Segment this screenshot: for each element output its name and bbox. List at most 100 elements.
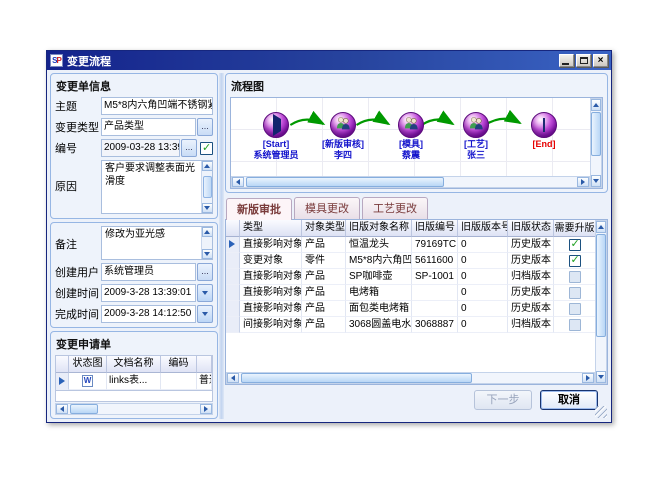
col-old-ver[interactable]: 旧版版本号: [458, 220, 508, 237]
upgrade-checkbox[interactable]: [569, 287, 581, 299]
current-row-arrow-icon: [229, 240, 235, 248]
approval-table: 类型 对象类型 旧版对象名称 旧版编号 旧版版本号 旧版状态 需要升版 新版: [226, 220, 595, 372]
table-row[interactable]: 直接影响对象 产品 SP咖啡壶 SP-1001 0 归档版本 SP咖: [226, 269, 595, 285]
scroll-left-icon[interactable]: [232, 177, 244, 187]
request-list-title: 变更申请单: [55, 335, 213, 355]
tab-craft-change[interactable]: 工艺更改: [362, 197, 428, 219]
col-old-name[interactable]: 旧版对象名称: [346, 220, 412, 237]
col-upgrade[interactable]: 需要升版: [554, 220, 595, 237]
create-time-label: 创建时间: [55, 285, 101, 301]
subject-input[interactable]: M5*8内六角凹端不锈钢紧固螺钉: [101, 97, 213, 115]
upgrade-checkbox[interactable]: [569, 271, 581, 283]
stop-icon: [543, 118, 545, 132]
cancel-button[interactable]: 取消: [540, 390, 598, 410]
change-type-browse-button[interactable]: ...: [197, 118, 213, 136]
minimize-icon: [562, 63, 569, 65]
upgrade-checkbox[interactable]: [569, 319, 581, 331]
col-obj-type[interactable]: 对象类型: [302, 220, 346, 237]
scroll-right-icon[interactable]: [577, 177, 589, 187]
resize-grip[interactable]: [595, 406, 607, 418]
scroll-up-icon[interactable]: [202, 161, 213, 171]
reason-scrollbar[interactable]: [201, 161, 212, 213]
col-code[interactable]: 编码: [161, 356, 197, 373]
request-row[interactable]: W links表... 普通: [56, 373, 212, 390]
reason-label: 原因: [55, 160, 101, 194]
flow-canvas[interactable]: [Start]系统管理员: [231, 98, 590, 176]
number-input[interactable]: 2009-03-28 13:39:01: [101, 139, 180, 157]
end-node-icon: [531, 112, 557, 138]
approval-table-hscrollbar[interactable]: [226, 372, 595, 384]
flow-node-mold[interactable]: [模具]蔡震: [379, 112, 443, 161]
close-button[interactable]: ×: [593, 54, 608, 67]
col-type[interactable]: 类型: [240, 220, 302, 237]
scroll-down-icon[interactable]: [202, 249, 213, 259]
approval-table-vscrollbar[interactable]: [595, 220, 607, 384]
table-row[interactable]: 直接影响对象 产品 恒温龙头 79169TC 0 历史版本: [226, 237, 595, 253]
scroll-up-icon[interactable]: [591, 99, 601, 111]
flow-node-start[interactable]: [Start]系统管理员: [244, 112, 308, 161]
next-step-button: 下一步: [474, 390, 532, 410]
table-row[interactable]: 变更对象 零件 M5*8内六角凹... 5611600 0 历史版本 M5*8: [226, 253, 595, 269]
table-row[interactable]: 直接影响对象 产品 电烤箱 0 历史版本: [226, 285, 595, 301]
scroll-up-icon[interactable]: [596, 221, 606, 233]
upgrade-checkbox[interactable]: [569, 255, 581, 267]
tab-new-version-approval[interactable]: 新版审批: [226, 198, 292, 220]
col-old-status[interactable]: 旧版状态: [508, 220, 554, 237]
remark-textarea[interactable]: 修改为亚光感: [101, 226, 213, 260]
scroll-left-icon[interactable]: [56, 404, 68, 414]
flow-diagram-group: 流程图: [225, 73, 608, 193]
people-icon: [335, 117, 351, 131]
table-row[interactable]: 间接影响对象 产品 3068圆盖电水壶 3068887 0 归档版本: [226, 317, 595, 333]
minimize-button[interactable]: [559, 54, 574, 67]
scroll-up-icon[interactable]: [202, 227, 213, 237]
tab-mold-change[interactable]: 模具更改: [294, 197, 360, 219]
create-user-input[interactable]: 系统管理员: [101, 263, 196, 281]
titlebar[interactable]: SP 变更流程 ×: [47, 51, 611, 70]
change-type-label: 变更类型: [55, 119, 101, 135]
scroll-down-icon[interactable]: [591, 175, 601, 187]
request-list-hscrollbar[interactable]: [55, 403, 213, 415]
approval-tab-group: 新版审批 模具更改 工艺更改 类型 对象类型 旧版对象名称 旧版编号: [225, 197, 608, 385]
number-browse-button[interactable]: ...: [181, 139, 197, 157]
col-old-no[interactable]: 旧版编号: [412, 220, 458, 237]
footer: 下一步 取消: [225, 385, 608, 419]
flow-hscrollbar[interactable]: [231, 176, 590, 188]
remark-scrollbar[interactable]: [201, 227, 212, 259]
play-icon: [273, 114, 281, 136]
scroll-right-icon[interactable]: [582, 373, 594, 383]
scroll-right-icon[interactable]: [200, 404, 212, 414]
upgrade-checkbox[interactable]: [569, 303, 581, 315]
scroll-left-icon[interactable]: [227, 373, 239, 383]
panel-splitter[interactable]: [219, 73, 224, 419]
info-group-title: 变更单信息: [55, 77, 213, 97]
finish-time-dropdown-button[interactable]: [197, 305, 213, 323]
create-user-label: 创建用户: [55, 264, 101, 280]
flow-vscrollbar[interactable]: [590, 98, 602, 188]
flow-panel: 流程图: [225, 73, 608, 419]
scroll-down-icon[interactable]: [202, 203, 213, 213]
finish-time-input[interactable]: 2009-3-28 14:12:50: [101, 305, 196, 323]
number-checkbox[interactable]: [200, 142, 213, 155]
change-type-input[interactable]: 产品类型: [101, 118, 196, 136]
maximize-button[interactable]: [576, 54, 591, 67]
maximize-icon: [580, 57, 588, 64]
col-status-icon[interactable]: 状态图: [69, 356, 107, 373]
flow-node-craft[interactable]: [工艺]张三: [444, 112, 508, 161]
change-process-window: SP 变更流程 × 变更单信息 主题 M5*8内六角凹端不锈钢紧固螺钉 变更类型…: [46, 50, 612, 423]
flow-node-review[interactable]: [新版审核]李四: [311, 112, 375, 161]
upgrade-checkbox[interactable]: [569, 239, 581, 251]
scroll-down-icon[interactable]: [596, 371, 606, 383]
create-time-input[interactable]: 2009-3-28 13:39:01: [101, 284, 196, 302]
finish-time-label: 完成时间: [55, 306, 101, 322]
flow-node-end[interactable]: [End]: [512, 112, 576, 150]
create-user-browse-button[interactable]: ...: [197, 263, 213, 281]
col-doc-name[interactable]: 文档名称: [107, 356, 161, 373]
info-group: 变更单信息 主题 M5*8内六角凹端不锈钢紧固螺钉 变更类型 产品类型 ... …: [50, 73, 218, 219]
table-row[interactable]: 直接影响对象 产品 面包类电烤箱 0 历史版本: [226, 301, 595, 317]
change-order-panel: 变更单信息 主题 M5*8内六角凹端不锈钢紧固螺钉 变更类型 产品类型 ... …: [50, 73, 218, 419]
current-row-arrow-icon: [59, 377, 65, 385]
create-time-dropdown-button[interactable]: [197, 284, 213, 302]
reason-textarea[interactable]: 客户要求调整表面光滑度: [101, 160, 213, 214]
meta-group: 备注 修改为亚光感 创建用户 系统管理员 ...: [50, 222, 218, 328]
flow-title: 流程图: [230, 77, 603, 97]
